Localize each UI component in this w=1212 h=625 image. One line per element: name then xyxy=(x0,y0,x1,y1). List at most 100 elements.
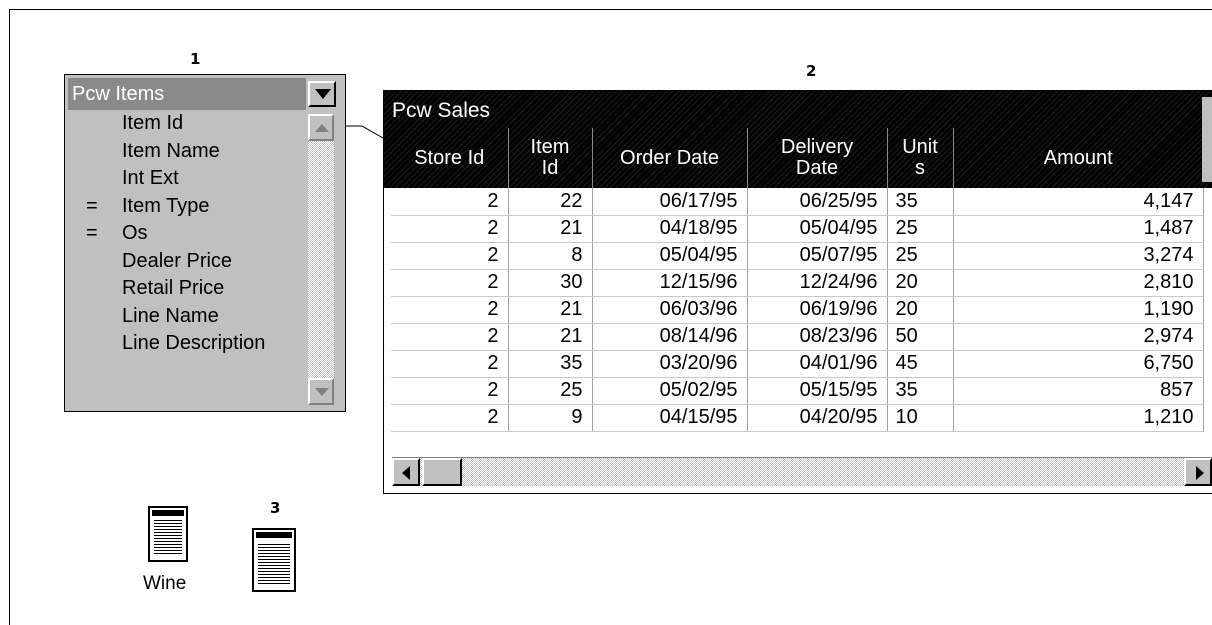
cell-order-date[interactable]: 06/17/95 xyxy=(592,188,748,216)
cell-delivery-date[interactable]: 04/01/96 xyxy=(747,350,888,378)
cell-order-date[interactable]: 03/20/96 xyxy=(592,350,748,378)
cell-delivery-date[interactable]: 06/19/96 xyxy=(747,296,888,324)
table-row[interactable]: 2 8 05/04/95 05/07/95 25 3,274 xyxy=(391,242,1204,270)
cell-order-date[interactable]: 12/15/96 xyxy=(592,269,748,297)
cell-store-id[interactable]: 2 xyxy=(391,404,509,432)
horizontal-scrollbar[interactable] xyxy=(392,457,1212,486)
cell-item-id[interactable]: 21 xyxy=(508,296,593,324)
cell-delivery-date[interactable]: 06/25/95 xyxy=(747,188,888,216)
cell-units[interactable]: 20 xyxy=(887,269,954,297)
cell-store-id[interactable]: 2 xyxy=(391,215,509,243)
field-item[interactable]: Line Description xyxy=(68,330,306,358)
cell-units[interactable]: 35 xyxy=(887,377,954,405)
dropdown-button[interactable] xyxy=(308,81,336,107)
cell-units[interactable]: 25 xyxy=(887,242,954,270)
cell-units[interactable]: 25 xyxy=(887,215,954,243)
cell-store-id[interactable]: 2 xyxy=(391,188,509,216)
cell-item-id[interactable]: 35 xyxy=(508,350,593,378)
cell-amount[interactable]: 4,147 xyxy=(953,188,1204,216)
field-label: Line Description xyxy=(122,332,266,354)
table-body-viewport: 2 22 06/17/95 06/25/95 35 4,147 2 21 04/18/95 05/… xyxy=(384,188,1212,546)
table-row[interactable]: 2 22 06/17/95 06/25/95 35 4,147 xyxy=(391,188,1204,216)
table-row[interactable]: 2 30 12/15/96 12/24/96 20 2,810 xyxy=(391,269,1204,297)
header-amount[interactable]: Amount xyxy=(953,128,1203,188)
cell-item-id[interactable]: 8 xyxy=(508,242,593,270)
field-mark: = xyxy=(86,194,98,217)
cell-order-date[interactable]: 04/18/95 xyxy=(592,215,748,243)
cell-delivery-date[interactable]: 12/24/96 xyxy=(747,269,888,297)
window-control[interactable] xyxy=(1202,97,1212,182)
cell-store-id[interactable]: 2 xyxy=(391,242,509,270)
cell-units[interactable]: 45 xyxy=(887,350,954,378)
field-item[interactable]: = Item Type xyxy=(68,193,306,221)
cell-store-id[interactable]: 2 xyxy=(391,269,509,297)
cell-item-id[interactable]: 9 xyxy=(508,404,593,432)
scroll-right-button[interactable] xyxy=(1184,458,1212,486)
header-delivery-date[interactable]: Delivery Date xyxy=(747,128,888,188)
cell-store-id[interactable]: 2 xyxy=(391,350,509,378)
field-item[interactable]: Dealer Price xyxy=(68,248,306,276)
cell-store-id[interactable]: 2 xyxy=(391,296,509,324)
table-icon-3[interactable] xyxy=(252,528,296,592)
cell-delivery-date[interactable]: 08/23/96 xyxy=(747,323,888,351)
cell-order-date[interactable]: 08/14/96 xyxy=(592,323,748,351)
cell-store-id[interactable]: 2 xyxy=(391,323,509,351)
cell-delivery-date[interactable]: 05/07/95 xyxy=(747,242,888,270)
cell-store-id[interactable]: 2 xyxy=(391,377,509,405)
header-store-id[interactable]: Store Id xyxy=(391,128,509,188)
scroll-up-button[interactable] xyxy=(308,114,334,141)
field-mark: = xyxy=(86,222,98,244)
cell-units[interactable]: 10 xyxy=(887,404,954,432)
cell-amount[interactable]: 2,810 xyxy=(953,269,1204,297)
cell-amount[interactable]: 1,190 xyxy=(953,296,1204,324)
sales-header: Pcw Sales Store Id Item Id Order Date Del… xyxy=(384,91,1212,188)
items-window[interactable]: Pcw Items Item Id Item Name Int Ext = Item T… xyxy=(64,74,346,412)
cell-amount[interactable]: 857 xyxy=(953,377,1204,405)
table-row[interactable]: 2 35 03/20/96 04/01/96 45 6,750 xyxy=(391,350,1204,378)
cell-delivery-date[interactable]: 05/04/95 xyxy=(747,215,888,243)
cell-order-date[interactable]: 05/02/95 xyxy=(592,377,748,405)
cell-delivery-date[interactable]: 05/15/95 xyxy=(747,377,888,405)
table-row[interactable]: 2 9 04/15/95 04/20/95 10 1,210 xyxy=(391,404,1204,432)
field-item[interactable]: Retail Price xyxy=(68,275,306,303)
sales-table: 2 22 06/17/95 06/25/95 35 4,147 2 21 04/18/95 05/… xyxy=(391,188,1204,432)
scroll-left-button[interactable] xyxy=(392,458,420,486)
column-headers: Store Id Item Id Order Date Delivery Date … xyxy=(391,128,1203,188)
scroll-thumb[interactable] xyxy=(422,458,462,486)
cell-order-date[interactable]: 05/04/95 xyxy=(592,242,748,270)
scroll-down-button[interactable] xyxy=(308,378,334,405)
cell-order-date[interactable]: 04/15/95 xyxy=(592,404,748,432)
cell-item-id[interactable]: 21 xyxy=(508,323,593,351)
cell-order-date[interactable]: 06/03/96 xyxy=(592,296,748,324)
cell-amount[interactable]: 3,274 xyxy=(953,242,1204,270)
cell-item-id[interactable]: 21 xyxy=(508,215,593,243)
cell-item-id[interactable]: 30 xyxy=(508,269,593,297)
header-units[interactable]: Unit s xyxy=(887,128,954,188)
cell-units[interactable]: 20 xyxy=(887,296,954,324)
field-item[interactable]: = Os xyxy=(68,220,306,248)
cell-item-id[interactable]: 25 xyxy=(508,377,593,405)
cell-delivery-date[interactable]: 04/20/95 xyxy=(747,404,888,432)
cell-units[interactable]: 50 xyxy=(887,323,954,351)
header-item-id[interactable]: Item Id xyxy=(508,128,593,188)
table-row[interactable]: 2 25 05/02/95 05/15/95 35 857 xyxy=(391,377,1204,405)
wine-table-icon[interactable] xyxy=(148,506,188,562)
vertical-scrollbar[interactable] xyxy=(308,114,334,405)
cell-units[interactable]: 35 xyxy=(887,188,954,216)
cell-amount[interactable]: 6,750 xyxy=(953,350,1204,378)
table-row[interactable]: 2 21 04/18/95 05/04/95 25 1,487 xyxy=(391,215,1204,243)
field-item[interactable]: Int Ext xyxy=(68,165,306,193)
items-window-title[interactable]: Pcw Items xyxy=(68,78,306,110)
field-item[interactable]: Item Name xyxy=(68,138,306,166)
cell-amount[interactable]: 2,974 xyxy=(953,323,1204,351)
wine-icon-label[interactable]: Wine xyxy=(143,573,186,595)
table-row[interactable]: 2 21 06/03/96 06/19/96 20 1,190 xyxy=(391,296,1204,324)
field-item[interactable]: Line Name xyxy=(68,303,306,331)
table-row[interactable]: 2 21 08/14/96 08/23/96 50 2,974 xyxy=(391,323,1204,351)
sales-window[interactable]: Pcw Sales Store Id Item Id Order Date Del… xyxy=(383,90,1212,494)
header-order-date[interactable]: Order Date xyxy=(592,128,748,188)
field-item[interactable]: Item Id xyxy=(68,110,306,138)
cell-item-id[interactable]: 22 xyxy=(508,188,593,216)
cell-amount[interactable]: 1,487 xyxy=(953,215,1204,243)
cell-amount[interactable]: 1,210 xyxy=(953,404,1204,432)
